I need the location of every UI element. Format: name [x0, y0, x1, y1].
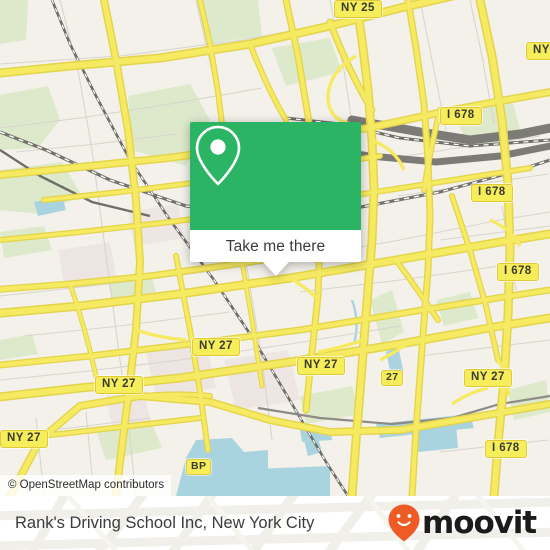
- road-shield-ny27-d: NY 27: [95, 376, 143, 394]
- road-shield-ny: NY: [526, 42, 550, 60]
- osm-attribution[interactable]: © OpenStreetMap contributors: [0, 475, 172, 496]
- place-title: Rank's Driving School Inc, New York City: [15, 514, 315, 532]
- footer-bar: Rank's Driving School Inc, New York City…: [0, 496, 550, 550]
- moovit-brand[interactable]: moovit: [387, 503, 537, 543]
- moovit-wordmark: moovit: [422, 504, 537, 541]
- popup-pin-area: [190, 122, 361, 230]
- road-shield-ny27-e: NY 27: [0, 430, 48, 448]
- take-me-there-label: Take me there: [225, 237, 326, 255]
- road-shield-i678-d: I 678: [485, 440, 527, 458]
- road-shield-ny27-b: NY 27: [297, 357, 345, 375]
- road-shield-ny27-a: NY 27: [192, 338, 240, 356]
- moovit-smiley-pin-icon: [388, 504, 420, 542]
- road-shield-ny25: NY 25: [334, 0, 382, 18]
- road-shield-27: 27: [381, 370, 404, 386]
- take-me-there-button[interactable]: Take me there: [190, 230, 361, 262]
- location-pin-icon: [195, 125, 241, 186]
- road-shield-i678-c: I 678: [497, 263, 539, 281]
- popup-pointer: [262, 262, 289, 276]
- moovit-map-screenshot: NY 25 NY I 678 I 678 I 678 NY 27 NY 27 2…: [0, 0, 550, 550]
- road-shield-ny27-c: NY 27: [464, 369, 512, 387]
- poi-label-bp: BP: [186, 459, 212, 475]
- road-shield-i678-b: I 678: [471, 184, 513, 202]
- destination-popup-card[interactable]: Take me there: [190, 122, 361, 276]
- road-shield-i678-a: I 678: [440, 107, 482, 125]
- map-canvas[interactable]: NY 25 NY I 678 I 678 I 678 NY 27 NY 27 2…: [0, 0, 550, 496]
